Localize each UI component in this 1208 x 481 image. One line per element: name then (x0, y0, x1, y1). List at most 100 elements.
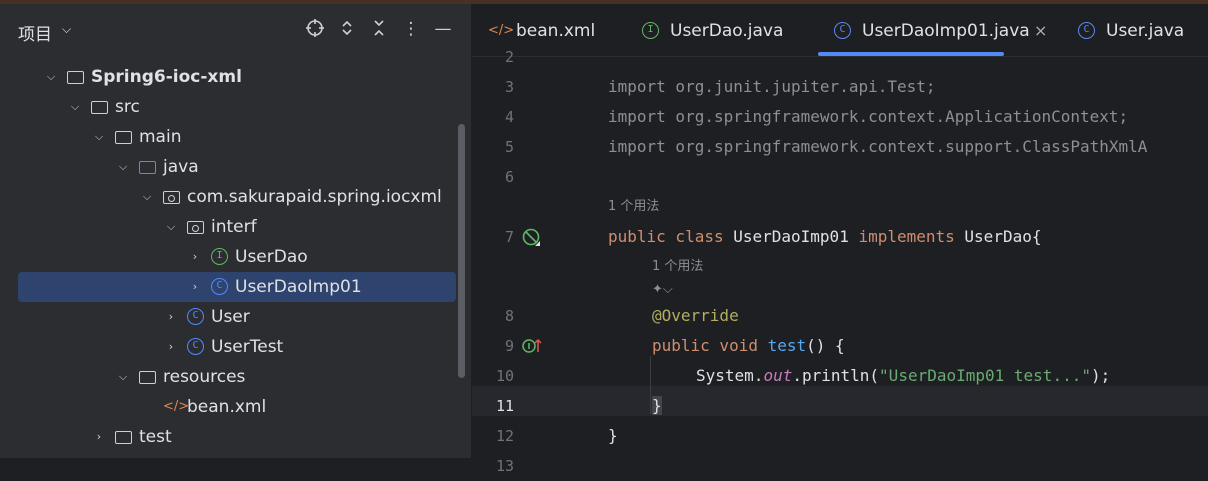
line-number: 2 (504, 48, 514, 66)
chevron-down-icon[interactable]: ⌵ (140, 182, 154, 212)
code-editor[interactable]: import org.junit.jupiter.api.Test; impor… (608, 57, 1208, 458)
class-icon: C (187, 308, 204, 325)
keyword-public-class: public class (608, 227, 724, 246)
field-out: out (763, 366, 793, 385)
line-number: 8 (504, 307, 514, 325)
tree-item-usertest[interactable]: › C UserTest (0, 332, 460, 362)
editor-tabs: </> bean.xml I UserDao.java C UserDaoImp… (472, 4, 1208, 57)
package-icon (187, 221, 204, 234)
tree-item-package-interf[interactable]: ⌵ interf (0, 212, 460, 242)
bean-icon[interactable] (522, 228, 541, 251)
statement-end: ); (1090, 366, 1111, 385)
chevron-down-icon[interactable]: ⌵ (44, 62, 58, 92)
line-number: 4 (504, 108, 514, 126)
code-line-3: import org.junit.jupiter.api.Test; (608, 72, 936, 102)
tree-item-label: UserDao (235, 247, 308, 267)
chevron-right-icon[interactable]: › (92, 422, 106, 452)
project-panel-title[interactable]: 项目 (18, 20, 52, 45)
system-class: System. (696, 366, 764, 385)
folder-icon (91, 101, 108, 114)
chevron-right-icon[interactable]: › (164, 332, 178, 362)
usage-hint[interactable]: 1 个用法 (608, 192, 659, 222)
chevron-down-icon[interactable]: ⌵ (62, 22, 71, 37)
tree-item-main[interactable]: ⌵ main (0, 122, 460, 152)
xml-file-icon: </> (488, 23, 515, 38)
keyword-import: import (608, 107, 666, 126)
more-options-icon[interactable]: ⋮ (400, 18, 422, 40)
tree-item-resources[interactable]: ⌵ resources (0, 362, 460, 392)
tree-item-user[interactable]: › C User (0, 302, 460, 332)
project-panel: 项目 ⌵ ⋮ — ⌵ Spring6-ioc-xml ⌵ src ⌵ main (0, 4, 472, 458)
tree-item-project[interactable]: ⌵ Spring6-ioc-xml (0, 62, 460, 92)
chevron-right-icon[interactable]: › (188, 272, 202, 302)
tree-item-label: test (139, 427, 172, 447)
folder-icon (115, 431, 132, 444)
class-icon: C (834, 22, 851, 39)
tab-label: UserDaoImp01.java (862, 21, 1030, 41)
tree-item-label: src (115, 97, 140, 117)
closing-brace: } (652, 396, 662, 415)
code-line-11: } (652, 391, 662, 421)
tab-label: bean.xml (516, 21, 596, 41)
line-number: 9 (504, 337, 514, 355)
interface-icon: I (211, 248, 228, 265)
tree-item-label: com.sakurapaid.spring.iocxml (187, 187, 442, 207)
code-line-9: public void test() { (652, 331, 845, 361)
tree-item-label: bean.xml (187, 397, 267, 417)
line-number: 3 (504, 78, 514, 96)
line-number: 11 (495, 397, 514, 415)
keyword-public-void: public void (652, 336, 758, 355)
line-number: 12 (495, 427, 514, 445)
code-line-5: import org.springframework.context.suppo… (608, 132, 1147, 162)
tree-item-label: UserTest (211, 337, 284, 357)
class-icon: C (1078, 22, 1095, 39)
implements-method-icon[interactable] (522, 337, 544, 359)
tree-item-userdaoimp01[interactable]: › C UserDaoImp01 (18, 272, 456, 302)
tree-item-package-iocxml[interactable]: ⌵ com.sakurapaid.spring.iocxml (0, 182, 460, 212)
interface-icon: I (642, 22, 659, 39)
method-name: test (757, 336, 807, 355)
interface-name: UserDao{ (954, 227, 1042, 246)
tree-item-test[interactable]: › test (0, 422, 460, 452)
tree-item-java[interactable]: ⌵ java (0, 152, 460, 182)
collapse-all-icon[interactable] (368, 18, 390, 40)
chevron-down-icon[interactable]: ⌵ (116, 152, 130, 182)
tree-item-src[interactable]: ⌵ src (0, 92, 460, 122)
tree-item-label: java (163, 157, 199, 177)
chevron-down-icon[interactable]: ⌵ (68, 92, 82, 122)
tree-item-userdao[interactable]: › I UserDao (0, 242, 460, 272)
tree-item-label: User (211, 307, 250, 327)
chevron-down-icon[interactable]: ⌵ (164, 212, 178, 242)
locate-icon[interactable] (304, 18, 326, 40)
resources-folder-icon (139, 371, 156, 384)
keyword-import: import (608, 137, 666, 156)
tree-item-label: Spring6-ioc-xml (91, 67, 242, 87)
import-path: org.springframework.context.ApplicationC… (665, 107, 1129, 126)
tree-item-label: main (139, 127, 182, 147)
tree-item-label: UserDaoImp01 (235, 277, 362, 297)
chevron-right-icon[interactable]: › (164, 302, 178, 332)
line-number: 5 (504, 138, 514, 156)
class-name: UserDaoImp01 (723, 227, 859, 246)
module-folder-icon (67, 71, 84, 84)
chevron-right-icon[interactable]: › (188, 242, 202, 272)
string-literal: "UserDaoImp01 test..." (879, 366, 1091, 385)
tree-item-bean-xml[interactable]: </> bean.xml (0, 392, 460, 422)
active-tab-indicator (818, 52, 1004, 56)
chevron-down-icon[interactable]: ⌵ (116, 362, 130, 392)
line-number: 6 (504, 168, 514, 186)
folder-icon (115, 131, 132, 144)
tree-item-label: resources (163, 367, 246, 387)
hide-panel-icon[interactable]: — (432, 18, 454, 40)
line-number: 10 (495, 367, 514, 385)
close-tab-icon[interactable]: × (1034, 21, 1047, 40)
package-icon (163, 191, 180, 204)
expand-all-icon[interactable] (336, 18, 358, 40)
chevron-down-icon[interactable]: ⌵ (92, 122, 106, 152)
keyword-implements: implements (858, 227, 955, 246)
source-folder-icon (139, 161, 156, 174)
project-tree-scrollbar[interactable] (458, 124, 465, 378)
xml-file-icon: </> (163, 399, 190, 414)
import-path: org.junit.jupiter.api.Test; (665, 77, 936, 96)
keyword-import: import (608, 77, 666, 96)
